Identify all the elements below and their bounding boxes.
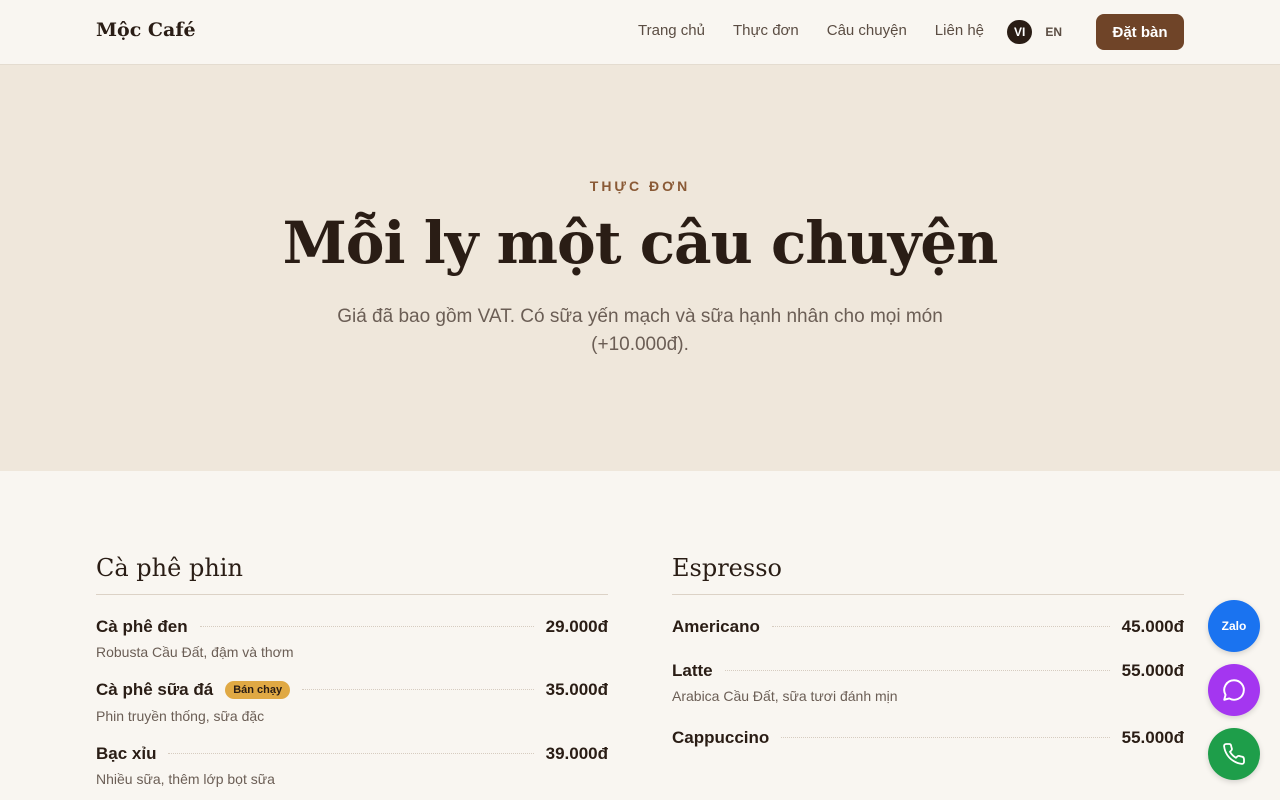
item-price: 39.000đ [545, 744, 608, 763]
dotted-leader [781, 737, 1110, 738]
call-button[interactable] [1208, 728, 1260, 780]
menu-item: Americano 45.000đ [672, 617, 1184, 637]
item-name: Latte [672, 661, 713, 680]
zalo-label: Zalo [1221, 619, 1247, 633]
item-price: 55.000đ [1121, 728, 1184, 747]
main-nav: Trang chủ Thực đơn Câu chuyện Liên hệ [638, 22, 984, 39]
item-name: Cà phê đen [96, 617, 188, 636]
nav-link-contact[interactable]: Liên hệ [935, 22, 984, 39]
item-name: Americano [672, 617, 760, 636]
menu-item: Cappuccino 55.000đ [672, 728, 1184, 748]
bestseller-badge: Bán chạy [225, 681, 291, 699]
item-name: Cà phê sữa đá [96, 680, 214, 699]
menu-item: Cà phê sữa đá Bán chạy 35.000đ Phin truy… [96, 680, 608, 724]
language-switcher: VI EN [1007, 20, 1069, 44]
menu-section-phin: Cà phê phin Cà phê đen 29.000đ Robusta C… [96, 550, 608, 787]
dotted-leader [771, 626, 1110, 627]
menu-item: Cà phê đen 29.000đ Robusta Cầu Đất, đậm … [96, 617, 608, 660]
lang-vi-button[interactable]: VI [1007, 20, 1033, 44]
dotted-leader [302, 689, 534, 690]
hero-title: Mỗi ly một câu chuyện [282, 209, 999, 277]
item-description: Phin truyền thống, sữa đặc [96, 708, 265, 724]
item-price: 29.000đ [545, 617, 608, 636]
menu-item: Bạc xỉu 39.000đ Nhiều sữa, thêm lớp bọt … [96, 744, 608, 787]
nav-link-home[interactable]: Trang chủ [638, 22, 705, 39]
section-title: Espresso [672, 550, 1184, 595]
phone-icon [1223, 743, 1245, 765]
book-table-button[interactable]: Đặt bàn [1096, 14, 1184, 50]
menu-hero: THỰC ĐƠN Mỗi ly một câu chuyện Giá đã ba… [0, 65, 1280, 471]
nav-link-story[interactable]: Câu chuyện [827, 22, 907, 39]
item-price: 45.000đ [1121, 617, 1184, 636]
item-description: Robusta Cầu Đất, đậm và thơm [96, 644, 294, 660]
dotted-leader [724, 670, 1110, 671]
menu-item: Latte 55.000đ Arabica Cầu Đất, sữa tươi … [672, 661, 1184, 704]
messenger-button[interactable] [1208, 664, 1260, 716]
site-logo[interactable]: Mộc Café [96, 19, 196, 41]
dotted-leader [168, 753, 534, 754]
section-title: Cà phê phin [96, 550, 608, 595]
lang-en-button[interactable]: EN [1038, 20, 1069, 44]
item-name: Bạc xỉu [96, 744, 157, 763]
hero-eyebrow: THỰC ĐƠN [589, 178, 691, 194]
item-description: Arabica Cầu Đất, sữa tươi đánh mịn [672, 688, 898, 704]
item-price: 55.000đ [1121, 661, 1184, 680]
chat-bubble-icon [1223, 679, 1245, 701]
zalo-chat-button[interactable]: Zalo [1208, 600, 1260, 652]
top-navbar: Mộc Café Trang chủ Thực đơn Câu chuyện L… [0, 0, 1280, 65]
menu-section-espresso: Espresso Americano 45.000đ Latte 55.000đ… [672, 550, 1184, 748]
item-name: Cappuccino [672, 728, 770, 747]
nav-link-menu[interactable]: Thực đơn [733, 22, 799, 39]
item-price: 35.000đ [545, 680, 608, 699]
item-description: Nhiều sữa, thêm lớp bọt sữa [96, 771, 275, 787]
hero-subtitle: Giá đã bao gồm VAT. Có sữa yến mạch và s… [337, 306, 943, 355]
dotted-leader [199, 626, 534, 627]
